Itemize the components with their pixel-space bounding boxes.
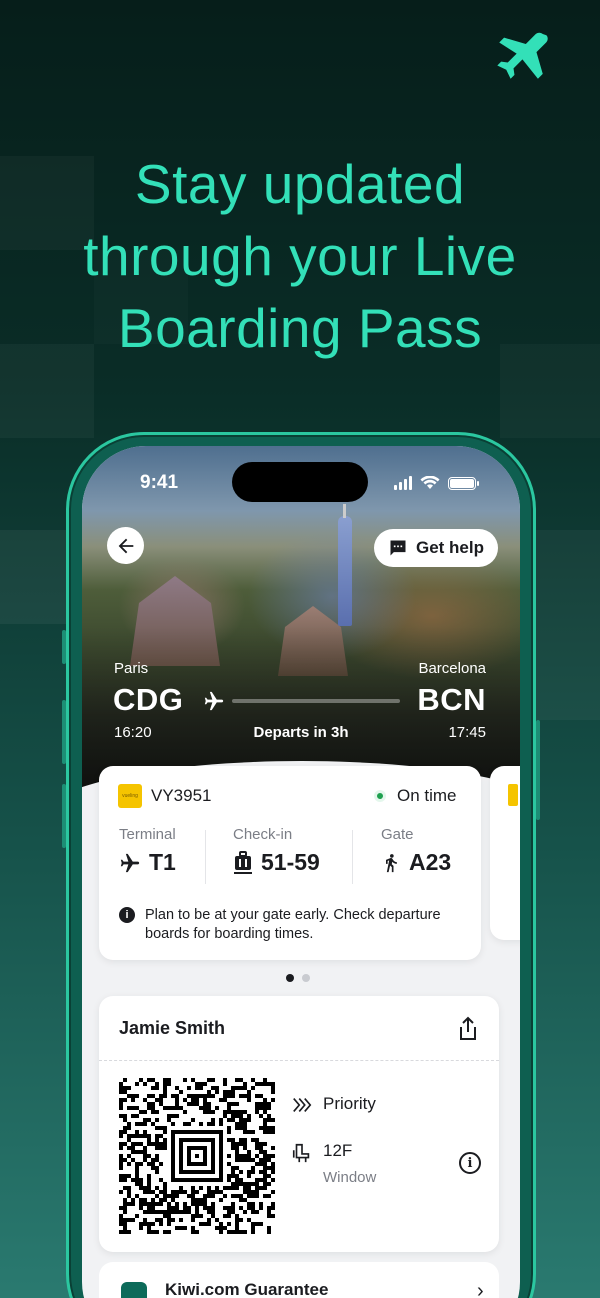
phone-side-button (62, 700, 66, 764)
bg-block (530, 530, 600, 720)
terminal-value: T1 (149, 849, 176, 875)
seat-number: 12F (323, 1141, 353, 1160)
guarantee-card[interactable]: Kiwi.com Guarantee › (99, 1262, 499, 1298)
priority-icon (293, 1098, 312, 1112)
gate-info: Gate A23 (381, 826, 451, 876)
checkin-value: 51-59 (261, 849, 320, 875)
airline-logo (508, 784, 518, 806)
headline-line: Boarding Pass (117, 297, 483, 359)
walking-icon (386, 853, 397, 872)
airline-logo: vueling (118, 784, 142, 808)
flight-status: On time (397, 786, 457, 805)
headline-line: through your Live (83, 225, 517, 287)
pager-dot[interactable] (302, 974, 310, 982)
chevron-right-icon: › (477, 1280, 484, 1298)
shield-icon (121, 1282, 147, 1298)
passenger-name: Jamie Smith (119, 1018, 226, 1038)
phone-side-button (62, 630, 66, 664)
destination-city: Barcelona (418, 660, 486, 677)
plane-icon (497, 32, 548, 79)
info-icon: i (119, 907, 135, 923)
phone-side-button (62, 784, 66, 848)
seat-row: 12F Window (291, 1141, 376, 1186)
boarding-pass-card: Jamie Smith Priority 12F Window i (99, 996, 499, 1252)
headline-line: Stay updated (134, 153, 466, 215)
card-pager (286, 974, 310, 982)
boarding-qr-code[interactable] (119, 1078, 275, 1234)
gate-notice-text: Plan to be at your gate early. Check dep… (145, 907, 441, 942)
get-help-button[interactable]: Get help (374, 529, 498, 567)
gate-notice: i Plan to be at your gate early. Check d… (119, 906, 469, 944)
priority-row: Priority (291, 1094, 376, 1116)
plane-icon (204, 691, 224, 711)
back-button[interactable] (107, 527, 144, 564)
origin-code: CDG (113, 682, 184, 717)
bg-block (0, 530, 70, 624)
next-flight-card[interactable] (490, 766, 520, 940)
terminal-label: Terminal (119, 826, 176, 843)
info-icon[interactable]: i (459, 1152, 481, 1174)
plane-icon (120, 853, 140, 872)
phone-screen: 9:41 Get help Paris Barcelona CDG BCN 16… (82, 446, 520, 1298)
flight-progress-track (232, 699, 400, 703)
wifi-icon (420, 476, 440, 489)
departs-countdown: Departs in 3h (253, 724, 349, 741)
terminal-info: Terminal T1 (119, 826, 176, 876)
photo-tower (338, 504, 352, 626)
status-icons (394, 476, 479, 490)
dynamic-island (232, 462, 368, 502)
phone-side-button (536, 720, 540, 820)
checkin-info: Check-in 51-59 (233, 826, 320, 876)
luggage-icon (234, 850, 252, 874)
get-help-label: Get help (415, 538, 484, 557)
pager-dot-active[interactable] (286, 974, 294, 982)
checkin-label: Check-in (233, 826, 293, 843)
battery-icon (448, 476, 479, 490)
priority-label: Priority (323, 1094, 376, 1113)
airline-logo-text: vueling (122, 793, 138, 799)
share-icon[interactable] (456, 1016, 480, 1042)
gate-value: A23 (409, 849, 452, 875)
arrow-left-icon (118, 538, 133, 553)
divider (352, 830, 353, 884)
origin-city: Paris (114, 660, 149, 677)
status-time: 9:41 (140, 472, 179, 493)
gate-label: Gate (381, 826, 414, 843)
destination-code: BCN (417, 682, 486, 717)
divider (205, 830, 206, 884)
seat-icon (292, 1143, 310, 1163)
status-dot-icon (374, 790, 386, 802)
seat-type: Window (323, 1169, 377, 1186)
guarantee-label: Kiwi.com Guarantee (165, 1280, 329, 1298)
signal-icon (394, 476, 412, 490)
promo-headline: Stay updated through your Live Boarding … (0, 148, 600, 364)
pass-divider (99, 1060, 499, 1061)
flight-number: VY3951 (151, 786, 212, 805)
chat-icon (390, 540, 406, 556)
flight-status-card[interactable]: vueling VY3951 On time Terminal T1 Check… (99, 766, 481, 960)
